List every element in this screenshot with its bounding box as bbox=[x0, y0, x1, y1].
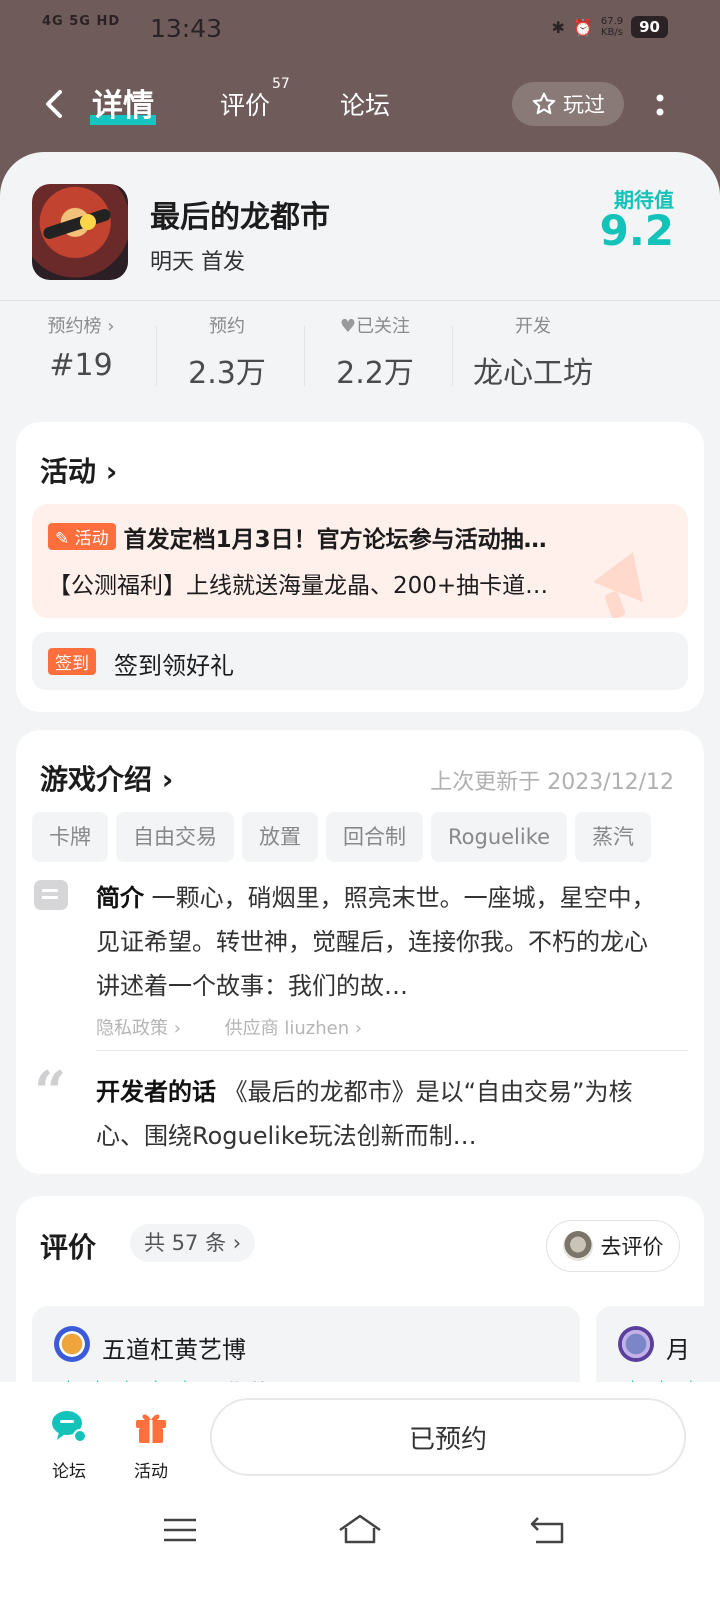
avatar bbox=[54, 1326, 90, 1362]
activity-description: 【公测福利】上线就送海量龙晶、200+抽卡道… bbox=[48, 573, 549, 599]
intro-card: 游戏介绍 › 上次更新于 2023/12/12 卡牌 自由交易 放置 回合制 Rogue… bbox=[16, 730, 704, 1174]
stat-followers-label: ♥已关注 bbox=[339, 316, 411, 337]
stat-rank-label: 预约榜 › bbox=[47, 316, 115, 337]
stat-followers-value: 2.2万 bbox=[336, 356, 414, 391]
tag-chip[interactable]: 放置 bbox=[242, 812, 318, 862]
summary-label: 简介 bbox=[96, 884, 144, 912]
write-review-button[interactable]: 去评价 bbox=[546, 1220, 680, 1272]
tag-chip[interactable]: 自由交易 bbox=[116, 812, 234, 862]
back-icon[interactable] bbox=[36, 84, 76, 124]
review-count[interactable]: 共 57 条 › bbox=[130, 1224, 256, 1262]
chat-bubble-icon bbox=[52, 1411, 87, 1443]
top-nav: 详情 评价 57 论坛 玩过 bbox=[0, 70, 720, 140]
forum-button[interactable]: 论坛 bbox=[34, 1406, 104, 1482]
tab-reviews[interactable]: 评价 57 bbox=[220, 76, 290, 122]
stat-followers: ♥已关注 2.2万 bbox=[300, 312, 450, 392]
heart-icon: ♥ bbox=[339, 316, 357, 337]
review-card: 评价 共 57 条 › 去评价 五道杠黄艺博 ★★★★★ 期待 月 ★★★ bbox=[16, 1196, 720, 1400]
game-summary[interactable]: 简介 一颗心，硝烟里，照亮末世。一座城，星空中，见证希望。转世神，觉醒后，连接你… bbox=[96, 876, 666, 1008]
stat-developer[interactable]: 开发 龙心工坊 bbox=[458, 312, 608, 392]
forum-label: 论坛 bbox=[52, 1462, 86, 1482]
stat-rank[interactable]: 预约榜 › #19 bbox=[6, 312, 156, 383]
stat-rank-value: #19 bbox=[49, 348, 113, 383]
supplier-link[interactable]: 供应商 liuzhen › bbox=[225, 1018, 362, 1039]
network-speed: 67.9 KB/s bbox=[600, 16, 624, 38]
checkin-row[interactable]: 签到 签到领好礼 bbox=[32, 632, 688, 690]
activity-headline: ✎ 活动 首发定档1月3日！官方论坛参与活动抽… bbox=[48, 520, 547, 554]
activity-button[interactable]: 活动 bbox=[116, 1406, 186, 1482]
tag-list: 卡牌 自由交易 放置 回合制 Roguelike 蒸汽 bbox=[32, 812, 690, 864]
tag-chip[interactable]: 回合制 bbox=[326, 812, 423, 862]
status-icons: ✱ ⏰ 67.9 KB/s 90 bbox=[552, 16, 668, 38]
privacy-policy-link[interactable]: 隐私政策 › bbox=[96, 1018, 181, 1039]
activity-badge: ✎ 活动 bbox=[48, 523, 116, 550]
info-links: 隐私政策 › 供应商 liuzhen › bbox=[96, 1014, 400, 1040]
checkin-badge: 签到 bbox=[48, 648, 96, 675]
tab-forum[interactable]: 论坛 bbox=[340, 86, 390, 122]
reserved-button[interactable]: 已预约 bbox=[210, 1398, 686, 1476]
bluetooth-icon: ✱ bbox=[551, 17, 565, 37]
release-info: 明天 首发 bbox=[150, 250, 245, 275]
expectation-score: 9.2 bbox=[599, 206, 674, 255]
tab-details[interactable]: 详情 bbox=[90, 80, 156, 125]
tab-details-label: 详情 bbox=[92, 88, 154, 124]
developer-note[interactable]: 开发者的话 《最后的龙都市》是以“自由交易”为核心、围绕Roguelike玩法创… bbox=[96, 1070, 666, 1158]
activity-banner[interactable]: ✎ 活动 首发定档1月3日！官方论坛参与活动抽… 【公测福利】上线就送海量龙晶、2… bbox=[32, 504, 688, 618]
last-updated: 上次更新于 2023/12/12 bbox=[430, 770, 674, 795]
home-icon[interactable] bbox=[336, 1512, 384, 1548]
battery-indicator: 90 bbox=[631, 16, 668, 38]
tab-reviews-badge: 57 bbox=[272, 76, 290, 92]
divider bbox=[0, 300, 720, 301]
game-icon bbox=[32, 184, 128, 280]
more-icon[interactable] bbox=[650, 88, 670, 124]
megaphone-watermark-icon bbox=[593, 552, 643, 618]
gift-icon bbox=[136, 1414, 166, 1443]
clock: 13:43 bbox=[150, 14, 223, 43]
network-indicator: 4G 5G HD bbox=[42, 14, 121, 29]
stat-reservations: 预约 2.3万 bbox=[152, 312, 302, 392]
avatar bbox=[618, 1326, 654, 1362]
review-section-title: 评价 bbox=[40, 1231, 97, 1264]
played-label: 玩过 bbox=[563, 93, 605, 117]
alarm-icon: ⏰ bbox=[572, 17, 593, 37]
star-outline-icon bbox=[532, 92, 556, 115]
tab-reviews-label: 评价 bbox=[220, 91, 271, 120]
checkin-text: 签到领好礼 bbox=[114, 652, 234, 680]
activity-card: 活动 › ✎ 活动 首发定档1月3日！官方论坛参与活动抽… 【公测福利】上线就送海… bbox=[16, 422, 704, 712]
activity-label: 活动 bbox=[134, 1462, 168, 1482]
detail-sheet: 最后的龙都市 明天 首发 期待值 9.2 预约榜 › #19 预约 2.3万 ♥… bbox=[0, 152, 720, 1400]
game-header: 最后的龙都市 明天 首发 期待值 9.2 bbox=[0, 152, 720, 302]
write-review-label: 去评价 bbox=[600, 1235, 664, 1259]
stat-developer-value: 龙心工坊 bbox=[473, 356, 593, 391]
developer-note-label: 开发者的话 bbox=[96, 1078, 216, 1106]
stat-developer-label: 开发 bbox=[515, 316, 551, 337]
activity-section-title[interactable]: 活动 › bbox=[40, 450, 117, 490]
system-nav-bar bbox=[0, 1512, 720, 1572]
reviewer-name: 月 bbox=[666, 1336, 690, 1364]
menu-icon[interactable] bbox=[162, 1512, 198, 1548]
divider bbox=[96, 1050, 688, 1051]
stats-row: 预约榜 › #19 预约 2.3万 ♥已关注 2.2万 开发 龙心工坊 bbox=[0, 312, 720, 392]
played-button[interactable]: 玩过 bbox=[512, 82, 624, 126]
megaphone-icon: ✎ bbox=[55, 529, 70, 549]
tag-chip[interactable]: Roguelike bbox=[431, 812, 568, 862]
game-title: 最后的龙都市 bbox=[150, 200, 330, 235]
stat-reservations-label: 预约 bbox=[209, 316, 245, 337]
tag-chip[interactable]: 卡牌 bbox=[32, 812, 108, 862]
status-bar: 4G 5G HD 13:43 ✱ ⏰ 67.9 KB/s 90 bbox=[0, 0, 720, 60]
quote-icon: “ bbox=[34, 1059, 67, 1125]
back-nav-icon[interactable] bbox=[528, 1512, 568, 1548]
user-avatar bbox=[562, 1231, 593, 1261]
intro-section-title[interactable]: 游戏介绍 › bbox=[40, 758, 173, 798]
stat-reservations-value: 2.3万 bbox=[188, 356, 266, 391]
summary-icon bbox=[34, 880, 68, 910]
reviewer-name: 五道杠黄艺博 bbox=[102, 1336, 246, 1364]
tag-chip[interactable]: 蒸汽 bbox=[575, 812, 652, 862]
divider bbox=[452, 326, 453, 386]
summary-text: 一颗心，硝烟里，照亮末世。一座城，星空中，见证希望。转世神，觉醒后，连接你我。不… bbox=[96, 884, 656, 1000]
